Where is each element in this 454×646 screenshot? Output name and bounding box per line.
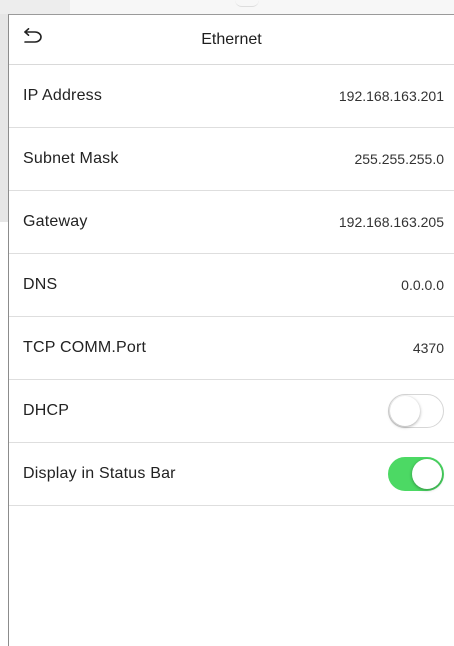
tcp-comm-port-label: TCP COMM.Port <box>23 339 147 356</box>
dns-value: 0.0.0.0 <box>401 277 444 293</box>
display-in-status-bar-row: Display in Status Bar <box>9 443 454 506</box>
dhcp-label: DHCP <box>23 402 70 419</box>
toggle-knob <box>390 396 420 426</box>
gateway-row[interactable]: Gateway 192.168.163.205 <box>9 191 454 254</box>
ip-address-value: 192.168.163.201 <box>338 88 444 104</box>
dhcp-row: DHCP <box>9 380 454 443</box>
subnet-mask-label: Subnet Mask <box>23 150 119 167</box>
ip-address-label: IP Address <box>23 87 103 104</box>
background-strip <box>0 0 70 14</box>
background-strip <box>0 14 8 222</box>
dns-row[interactable]: DNS 0.0.0.0 <box>9 254 454 317</box>
subnet-mask-value: 255.255.255.0 <box>354 151 444 167</box>
tcp-comm-port-value: 4370 <box>412 340 444 356</box>
header-bar: Ethernet <box>9 15 454 65</box>
screen: Ethernet IP Address 192.168.163.201 Subn… <box>0 0 454 646</box>
dhcp-toggle[interactable] <box>388 394 444 428</box>
display-in-status-bar-label: Display in Status Bar <box>23 465 176 482</box>
display-in-status-bar-toggle[interactable] <box>388 457 444 491</box>
dns-label: DNS <box>23 276 58 293</box>
background-decoration <box>235 0 259 7</box>
ethernet-settings-panel: Ethernet IP Address 192.168.163.201 Subn… <box>8 14 454 646</box>
toggle-knob <box>412 459 442 489</box>
gateway-value: 192.168.163.205 <box>338 214 444 230</box>
subnet-mask-row[interactable]: Subnet Mask 255.255.255.0 <box>9 128 454 191</box>
tcp-comm-port-row[interactable]: TCP COMM.Port 4370 <box>9 317 454 380</box>
gateway-label: Gateway <box>23 213 88 230</box>
background-strip <box>70 0 454 14</box>
back-button[interactable] <box>17 23 47 55</box>
back-arrow-icon <box>21 27 43 51</box>
page-title: Ethernet <box>201 31 262 48</box>
ip-address-row[interactable]: IP Address 192.168.163.201 <box>9 65 454 128</box>
